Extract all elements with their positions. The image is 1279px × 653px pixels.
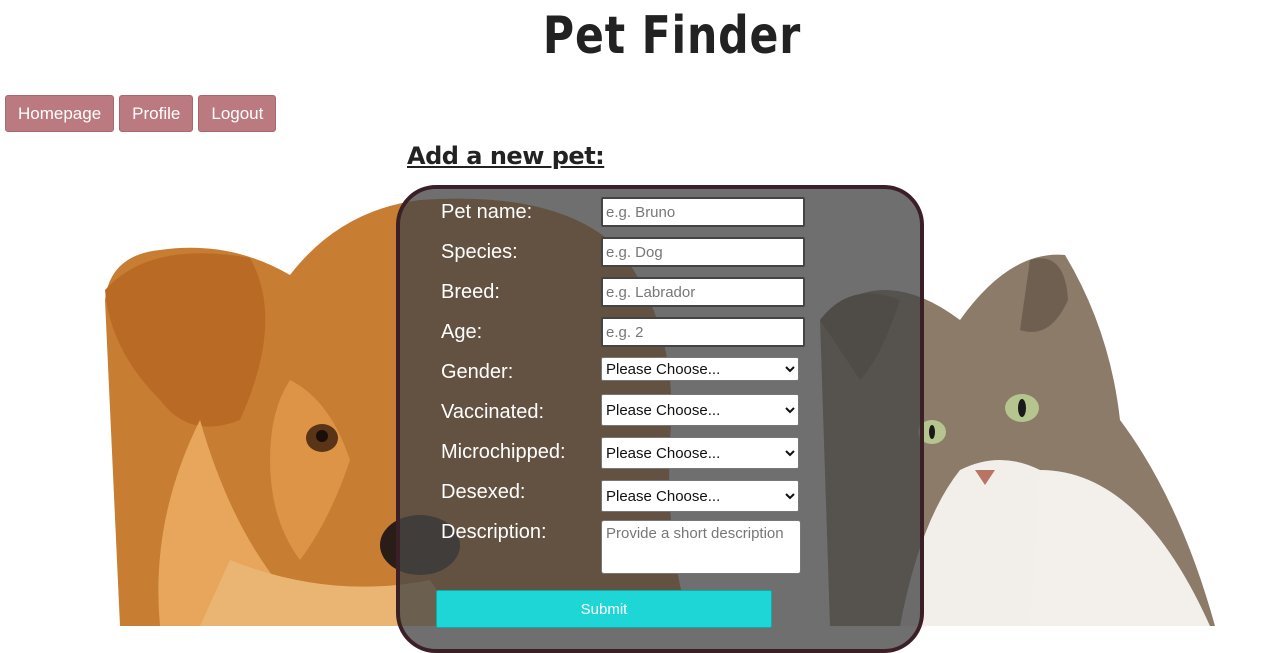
description-textarea[interactable] (601, 520, 801, 574)
profile-button[interactable]: Profile (119, 95, 194, 132)
age-input[interactable] (601, 317, 805, 347)
vaccinated-label: Vaccinated: (441, 401, 545, 423)
microchipped-select[interactable]: Please Choose... (601, 437, 799, 469)
logout-button[interactable]: Logout (198, 95, 277, 132)
pet-name-label: Pet name: (441, 201, 533, 223)
breed-label: Breed: (441, 281, 500, 303)
homepage-button[interactable]: Homepage (5, 95, 115, 132)
age-label: Age: (441, 321, 483, 343)
main-nav: Homepage Profile Logout (5, 95, 277, 132)
site-title: Pet Finder (542, 6, 802, 66)
desexed-select[interactable]: Please Choose... (601, 480, 799, 512)
microchipped-label: Microchipped: (441, 441, 566, 463)
add-pet-form: Pet name: Species: Breed: Age: Gender: P… (396, 185, 924, 653)
description-label: Description: (441, 521, 547, 543)
species-input[interactable] (601, 237, 805, 267)
gender-select[interactable]: Please Choose... (601, 357, 799, 381)
species-label: Species: (441, 241, 518, 263)
add-pet-heading: Add a new pet: (407, 142, 605, 170)
pet-name-input[interactable] (601, 197, 805, 227)
desexed-label: Desexed: (441, 481, 526, 503)
submit-button[interactable]: Submit (436, 590, 772, 628)
gender-label: Gender: (441, 361, 514, 383)
breed-input[interactable] (601, 277, 805, 307)
vaccinated-select[interactable]: Please Choose... (601, 394, 799, 426)
